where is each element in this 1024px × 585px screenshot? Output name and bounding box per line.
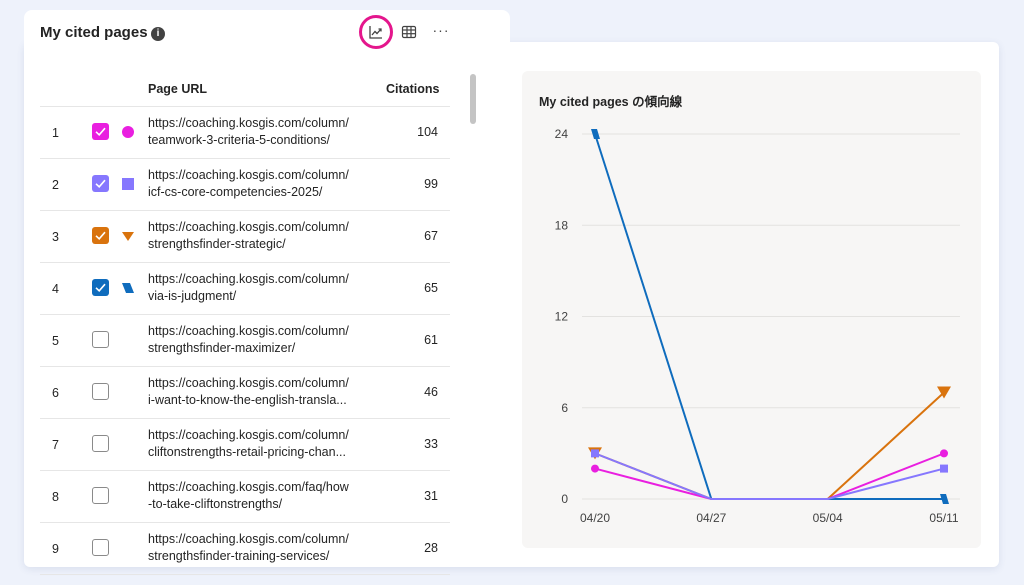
page-url-line1: https://coaching.kosgis.com/column/ [148, 324, 349, 338]
series-marker-square-icon [122, 178, 134, 190]
page-url-line2: cliftonstrengths-retail-pricing-chan... [148, 445, 346, 459]
page-url-line2: i-want-to-know-the-english-transla... [148, 393, 347, 407]
series-marker-parallelogram-icon [122, 283, 134, 293]
info-icon[interactable]: i [151, 27, 165, 41]
page-url-line2: -to-take-cliftonstrengths/ [148, 497, 283, 511]
checkmark-icon [95, 231, 106, 240]
citation-count: 104 [417, 125, 438, 139]
chart-view-button[interactable] [363, 19, 389, 45]
citation-count: 33 [424, 437, 438, 451]
table-row[interactable]: 7 https://coaching.kosgis.com/column/clif… [40, 419, 450, 471]
y-tick-label: 0 [561, 492, 568, 506]
citation-count: 61 [424, 333, 438, 347]
citation-count: 28 [424, 541, 438, 555]
page-url[interactable]: https://coaching.kosgis.com/column/stren… [148, 323, 366, 357]
checkmark-icon [95, 283, 106, 292]
citation-count: 99 [424, 177, 438, 191]
data-point[interactable] [591, 464, 599, 473]
row-checkbox[interactable] [92, 331, 109, 348]
checkmark-icon [95, 179, 106, 188]
page-url[interactable]: https://coaching.kosgis.com/column/teamw… [148, 115, 366, 149]
citation-count: 31 [424, 489, 438, 503]
page-url-line1: https://coaching.kosgis.com/column/ [148, 168, 349, 182]
table-row[interactable]: 2 https://coaching.kosgis.com/column/icf-… [40, 159, 450, 211]
page-url-line1: https://coaching.kosgis.com/column/ [148, 116, 349, 130]
page-url-line2: teamwork-3-criteria-5-conditions/ [148, 133, 331, 147]
table-row[interactable]: 5 https://coaching.kosgis.com/column/stre… [40, 315, 450, 367]
row-checkbox[interactable] [92, 227, 109, 244]
series-line[interactable] [594, 452, 945, 500]
y-tick-label: 18 [555, 218, 569, 232]
page-url-line1: https://coaching.kosgis.com/faq/how [148, 480, 349, 494]
table-row[interactable]: 9 https://coaching.kosgis.com/column/stre… [40, 523, 450, 575]
page-url[interactable]: https://coaching.kosgis.com/column/stren… [148, 531, 366, 565]
row-checkbox[interactable] [92, 123, 109, 140]
x-tick-label: 05/04 [813, 511, 843, 525]
checkmark-icon [95, 127, 106, 136]
row-checkbox[interactable] [92, 539, 109, 556]
data-point[interactable] [940, 464, 948, 473]
table-view-button[interactable] [396, 19, 422, 45]
line-chart-icon [369, 26, 382, 39]
page-url-line1: https://coaching.kosgis.com/column/ [148, 376, 349, 390]
row-number: 3 [52, 230, 59, 244]
trend-line-chart: 0 6 12 18 24 04/20 04/27 05/04 05/11 [555, 127, 960, 525]
column-header-url[interactable]: Page URL [148, 82, 207, 96]
page-url[interactable]: https://coaching.kosgis.com/column/stren… [148, 219, 366, 253]
page-url[interactable]: https://coaching.kosgis.com/faq/how -to-t… [148, 479, 366, 513]
x-tick-label: 05/11 [929, 511, 958, 525]
y-tick-label: 12 [555, 310, 569, 324]
page-url-line2: strengthsfinder-maximizer/ [148, 341, 296, 355]
page-url[interactable]: https://coaching.kosgis.com/column/via-i… [148, 271, 366, 305]
row-number: 6 [52, 386, 59, 400]
row-number: 8 [52, 490, 59, 504]
row-number: 2 [52, 178, 59, 192]
table-row[interactable]: 1 https://coaching.kosgis.com/column/team… [40, 107, 450, 159]
x-tick-label: 04/20 [580, 511, 610, 525]
column-header-citations[interactable]: Citations [386, 82, 439, 96]
row-number: 5 [52, 334, 59, 348]
page-url-line2: icf-cs-core-competencies-2025/ [148, 185, 323, 199]
row-number: 1 [52, 126, 59, 140]
row-checkbox[interactable] [92, 383, 109, 400]
page-url[interactable]: https://coaching.kosgis.com/column/i-wan… [148, 375, 366, 409]
series-marker-circle-icon [122, 126, 134, 138]
row-checkbox[interactable] [92, 487, 109, 504]
row-checkbox[interactable] [92, 435, 109, 452]
table-row[interactable]: 4 https://coaching.kosgis.com/column/via-… [40, 263, 450, 315]
series-marker-triangle-down-icon [122, 232, 134, 241]
table-scrollbar[interactable] [470, 74, 476, 124]
table-row[interactable]: 6 https://coaching.kosgis.com/column/i-wa… [40, 367, 450, 419]
page-url-line1: https://coaching.kosgis.com/column/ [148, 428, 349, 442]
table-row[interactable]: 8 https://coaching.kosgis.com/faq/how -to-… [40, 471, 450, 523]
data-point[interactable] [591, 449, 599, 458]
table-icon [401, 25, 417, 39]
table-row[interactable]: 3 https://coaching.kosgis.com/column/stre… [40, 211, 450, 263]
chart-title: My cited pages の傾向線 [539, 95, 683, 109]
page-url[interactable]: https://coaching.kosgis.com/column/clift… [148, 427, 366, 461]
series-line[interactable] [594, 452, 945, 500]
row-checkbox[interactable] [92, 279, 109, 296]
page-url-line2: strengthsfinder-strategic/ [148, 237, 286, 251]
row-number: 9 [52, 542, 59, 556]
page-url-line2: via-is-judgment/ [148, 289, 237, 303]
page-url-line1: https://coaching.kosgis.com/column/ [148, 220, 349, 234]
citation-count: 65 [424, 281, 438, 295]
page-url-line1: https://coaching.kosgis.com/column/ [148, 272, 349, 286]
page-url-line2: strengthsfinder-training-services/ [148, 549, 330, 563]
data-point[interactable] [940, 449, 948, 458]
row-number: 7 [52, 438, 59, 452]
citation-count: 46 [424, 385, 438, 399]
y-tick-label: 6 [561, 401, 568, 415]
x-tick-label: 04/27 [696, 511, 726, 525]
page-url[interactable]: https://coaching.kosgis.com/column/icf-c… [148, 167, 366, 201]
y-tick-label: 24 [555, 127, 569, 141]
row-number: 4 [52, 282, 59, 296]
more-options-button[interactable]: ··· [428, 17, 454, 43]
citation-count: 67 [424, 229, 438, 243]
page-title: My cited pages [40, 24, 148, 41]
row-checkbox[interactable] [92, 175, 109, 192]
page-url-line1: https://coaching.kosgis.com/column/ [148, 532, 349, 546]
